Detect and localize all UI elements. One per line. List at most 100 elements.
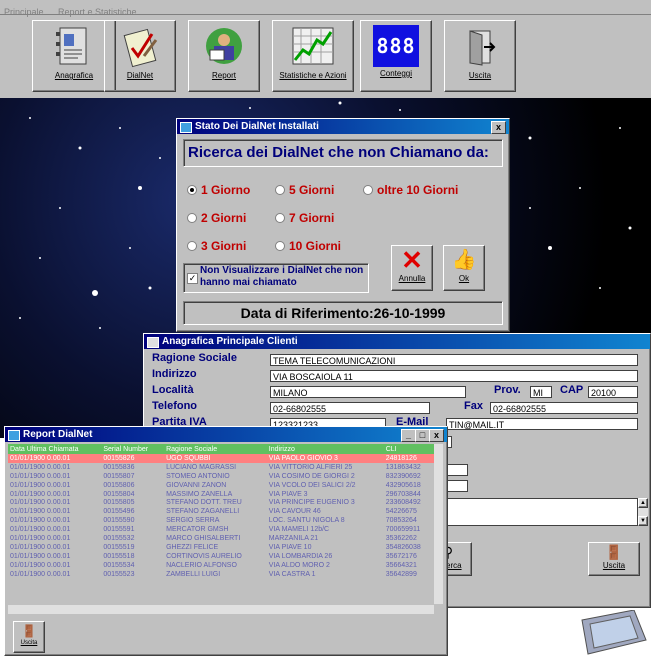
table-cell: 233608492 <box>385 499 421 507</box>
option-5-giorni[interactable]: 5 Giorni <box>275 181 334 199</box>
table-row[interactable]: 01/01/1900 0.00.01 00155591 MERCATOR GMSH V… <box>8 525 434 535</box>
hide-never-called-checkbox[interactable]: ✓ <box>187 273 198 284</box>
table-cell: 01/01/1900 0.00.01 <box>10 499 71 507</box>
radio-7-giorni[interactable] <box>275 212 285 223</box>
report-uscita-button[interactable]: 🚪 Uscita <box>13 621 45 653</box>
report-table: Data Ultima Chiamata Serial Number Ragione… <box>8 444 434 579</box>
minimize-icon[interactable]: _ <box>401 429 416 442</box>
table-row[interactable]: 01/01/1900 0.00.01 00155806 GIOVANNI ZANON… <box>8 480 434 490</box>
table-row[interactable]: 01/01/1900 0.00.01 00155523 ZAMBELLI LUIGI… <box>8 569 434 579</box>
notes-scrollbar[interactable]: ▲ ▼ <box>638 498 648 526</box>
radio-1-giorno[interactable] <box>187 184 197 195</box>
email-field[interactable]: TIN@MAIL.IT <box>446 418 638 430</box>
scroll-down-icon[interactable]: ▼ <box>638 516 648 526</box>
table-cell: MARCO GHISALBERTI <box>166 534 241 542</box>
radio-3-giorni[interactable] <box>187 240 197 251</box>
table-cell: VIA CASTRA 1 <box>268 570 316 578</box>
table-cell: VIA PRINCIPE EUGENIO 3 <box>268 499 355 507</box>
table-cell: 432905618 <box>385 481 421 489</box>
option-oltre-10-giorni[interactable]: oltre 10 Giorni <box>363 181 458 199</box>
toolbar-conteggi-button[interactable]: 888 Conteggi <box>360 20 432 92</box>
table-cell: SERGIO SERRA <box>166 517 220 525</box>
prov-field[interactable]: MI <box>530 386 552 398</box>
annulla-button[interactable]: ✕ Annulla <box>391 245 433 291</box>
option-7-giorni[interactable]: 7 Giorni <box>275 209 334 227</box>
table-cell: 354826038 <box>385 543 421 551</box>
ragione-sociale-field[interactable]: TEMA TELECOMUNICAZIONI <box>270 354 638 366</box>
table-cell: 131863432 <box>385 463 421 471</box>
report-column-header[interactable]: Ragione Sociale <box>164 444 267 454</box>
anagrafica-title: Anagrafica Principale Clienti <box>162 336 298 347</box>
checkbox-container: ✓ Non Visualizzare i DialNet che non han… <box>183 263 369 293</box>
main-window: Principale Report e Statistiche Anagrafi… <box>0 0 651 100</box>
counter-display: 888 <box>376 34 416 58</box>
option-10-giorni[interactable]: 10 Giorni <box>275 237 341 255</box>
menu-principale[interactable]: Principale <box>4 7 44 17</box>
table-row[interactable]: 01/01/1900 0.00.01 00155590 SERGIO SERRA LO… <box>8 516 434 526</box>
anagrafica-uscita-button[interactable]: 🚪 Uscita <box>588 542 640 576</box>
table-cell: UGO SQUBBI <box>166 454 211 462</box>
table-cell: VIA MAMELI 12b/C <box>268 526 330 534</box>
table-cell: 35642899 <box>385 570 417 578</box>
table-cell: GHEZZI FELICE <box>166 543 219 551</box>
radio-2-giorni[interactable] <box>187 212 197 223</box>
table-cell: 00155806 <box>103 481 135 489</box>
report-vertical-scrollbar[interactable] <box>434 444 443 604</box>
report-column-header[interactable]: CLI <box>383 444 434 454</box>
table-row[interactable]: 01/01/1900 0.00.01 00155807 STOMEO ANTONIO… <box>8 471 434 481</box>
toolbar-uscita-label: Uscita <box>468 71 492 80</box>
toolbar-uscita-button[interactable]: Uscita <box>444 20 516 92</box>
option-2-giorni[interactable]: 2 Giorni <box>187 209 246 227</box>
table-row[interactable]: 01/01/1900 0.00.01 00155518 CORTINOVIS AUR… <box>8 551 434 561</box>
table-row[interactable]: 01/01/1900 0.00.01 00155534 NACLERIO ALFON… <box>8 560 434 570</box>
table-row[interactable]: 01/01/1900 0.00.01 00155496 STEFANO ZAGANE… <box>8 507 434 517</box>
label-oltre-10-giorni: oltre 10 Giorni <box>377 182 459 197</box>
table-cell: 01/01/1900 0.00.01 <box>10 543 71 551</box>
radio-oltre-10-giorni[interactable] <box>363 184 373 195</box>
toolbar-dialnet-button[interactable]: DialNet <box>104 20 176 92</box>
table-cell: 00155496 <box>103 508 135 516</box>
table-row[interactable]: 01/01/1900 0.00.01 00155836 LUCIANO MAGRAS… <box>8 462 434 472</box>
fax-field[interactable]: 02-66802555 <box>490 402 638 414</box>
radio-10-giorni[interactable] <box>275 240 285 251</box>
table-row[interactable]: 01/01/1900 0.00.01 00155805 STEFANO DOTT. … <box>8 498 434 508</box>
table-row[interactable]: 01/01/1900 0.00.01 00155804 MASSIMO ZANELL… <box>8 489 434 499</box>
toolbar-report-button[interactable]: Report <box>188 20 260 92</box>
cap-field[interactable]: 20100 <box>588 386 638 398</box>
table-cell: STOMEO ANTONIO <box>166 472 230 480</box>
table-row[interactable]: 01/01/1900 0.00.01 00155519 GHEZZI FELICE V… <box>8 542 434 552</box>
toolbar-statistiche-label: Statistiche e Azioni <box>279 71 347 80</box>
table-cell: 832390692 <box>385 472 421 480</box>
label-2-giorni: 2 Giorni <box>201 210 247 225</box>
scroll-up-icon[interactable]: ▲ <box>638 498 648 508</box>
notes-area[interactable] <box>422 498 638 526</box>
telefono-field[interactable]: 02-66802555 <box>270 402 430 414</box>
table-cell: 00155534 <box>103 561 135 569</box>
report-column-header[interactable]: Data Ultima Chiamata <box>8 444 102 454</box>
table-cell: 01/01/1900 0.00.01 <box>10 463 71 471</box>
option-3-giorni[interactable]: 3 Giorni <box>187 237 246 255</box>
option-1-giorno[interactable]: 1 Giorno <box>187 181 250 199</box>
report-column-header[interactable]: Serial Number <box>101 444 165 454</box>
exit-door-icon <box>458 25 502 69</box>
maximize-icon[interactable]: □ <box>415 429 430 442</box>
table-row[interactable]: 01/01/1900 0.00.01 00155826 UGO SQUBBI VIA … <box>8 454 434 463</box>
report-close-icon[interactable]: x <box>429 429 444 442</box>
label-10-giorni: 10 Giorni <box>289 238 342 253</box>
report-dialnet-window: Report DialNet _ □ x Data Ultima Chiamat… <box>4 426 448 656</box>
table-cell: 00155523 <box>103 570 135 578</box>
label-5-giorni: 5 Giorni <box>289 182 335 197</box>
indirizzo-field[interactable]: VIA BOSCAIOLA 11 <box>270 370 638 382</box>
toolbar-dialnet-label: DialNet <box>126 71 154 80</box>
report-horizontal-scrollbar[interactable] <box>8 605 434 614</box>
toolbar-statistiche-button[interactable]: Statistiche e Azioni <box>272 20 354 92</box>
menu-report-statistiche[interactable]: Report e Statistiche <box>58 7 137 17</box>
localita-field[interactable]: MILANO <box>270 386 466 398</box>
monitor-icon <box>576 609 651 661</box>
report-column-header[interactable]: Indirizzo <box>266 444 384 454</box>
ok-button[interactable]: 👍 Ok <box>443 245 485 291</box>
radio-5-giorni[interactable] <box>275 184 285 195</box>
close-icon[interactable]: x <box>491 121 506 134</box>
table-cell: 01/01/1900 0.00.01 <box>10 490 71 498</box>
table-row[interactable]: 01/01/1900 0.00.01 00155532 MARCO GHISALBE… <box>8 534 434 543</box>
